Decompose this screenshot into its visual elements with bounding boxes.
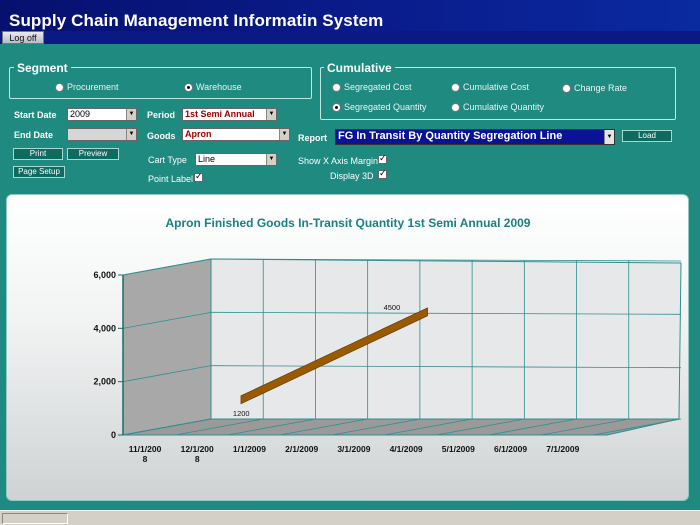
x-tick-label: 3/1/2009 <box>337 444 370 454</box>
y-tick-label: 4,000 <box>93 323 116 333</box>
y-tick-label: 0 <box>111 430 116 440</box>
chevron-down-icon: ▼ <box>126 129 136 140</box>
x-tick-label: 12/1/200 <box>181 444 214 454</box>
goods-select[interactable]: Apron ▼ <box>182 128 290 141</box>
start-date-label: Start Date <box>14 110 57 120</box>
display-3d-checkbox[interactable] <box>378 168 387 179</box>
radio-dot <box>184 82 193 92</box>
report-value: FG In Transit By Quantity Segregation Li… <box>338 130 563 142</box>
chart-svg: Apron Finished Goods In-Transit Quantity… <box>93 216 682 464</box>
radio-segregated-cost[interactable]: Segregated Cost <box>332 82 412 92</box>
radio-dot <box>451 82 460 92</box>
radio-warehouse[interactable]: Warehouse <box>184 82 242 92</box>
radio-label: Cumulative Quantity <box>463 102 545 112</box>
show-x-margin-label: Show X Axis Margin <box>298 156 379 166</box>
radio-label: Segregated Cost <box>344 82 412 92</box>
radio-segregated-quantity[interactable]: Segregated Quantity <box>332 102 427 112</box>
chart-back-wall <box>210 258 682 420</box>
x-tick-label: 11/1/200 <box>129 444 162 454</box>
show-x-margin-checkbox[interactable] <box>378 153 387 164</box>
x-tick-label: 2/1/2009 <box>285 444 318 454</box>
period-label: Period <box>147 110 176 120</box>
radio-dot <box>332 102 341 112</box>
goods-label: Goods <box>147 131 176 141</box>
cart-type-select[interactable]: Line ▼ <box>195 153 277 166</box>
x-tick-label: 7/1/2009 <box>546 444 579 454</box>
chart-floor <box>122 418 680 436</box>
preview-button[interactable]: Preview <box>67 148 119 160</box>
radio-label: Cumulative Cost <box>463 82 530 92</box>
chart-left-wall <box>122 258 212 436</box>
logoff-button[interactable]: Log off <box>2 31 44 44</box>
display-3d-label: Display 3D <box>330 171 374 181</box>
chevron-down-icon: ▼ <box>266 154 276 165</box>
chart-title: Apron Finished Goods In-Transit Quantity… <box>166 216 531 230</box>
radio-cumulative-quantity[interactable]: Cumulative Quantity <box>451 102 544 112</box>
chevron-down-icon: ▼ <box>279 129 289 140</box>
app-title: Supply Chain Management Informatin Syste… <box>9 11 384 30</box>
end-date-label: End Date <box>14 130 54 140</box>
report-label: Report <box>298 133 327 143</box>
cart-type-label: Cart Type <box>148 155 187 165</box>
radio-cumulative-cost[interactable]: Cumulative Cost <box>451 82 529 92</box>
load-button[interactable]: Load <box>622 130 672 142</box>
cumulative-legend: Cumulative <box>324 61 395 75</box>
chevron-down-icon: ▼ <box>126 109 136 120</box>
radio-dot <box>55 82 64 92</box>
y-tick-label: 2,000 <box>93 377 116 387</box>
radio-dot <box>332 82 341 92</box>
chart-panel: Apron Finished Goods In-Transit Quantity… <box>6 194 689 501</box>
period-value: 1st Semi Annual <box>185 109 255 119</box>
radio-change-rate[interactable]: Change Rate <box>562 83 627 93</box>
status-segment <box>2 513 68 524</box>
point-label-label: Point Label <box>148 174 194 184</box>
radio-label: Procurement <box>67 82 119 92</box>
status-bar <box>0 510 700 525</box>
x-tick-label: 1/1/2009 <box>233 444 266 454</box>
chevron-down-icon: ▼ <box>266 109 276 120</box>
cart-type-value: Line <box>198 154 216 164</box>
page-setup-button[interactable]: Page Setup <box>13 166 65 178</box>
period-select[interactable]: 1st Semi Annual ▼ <box>182 108 277 121</box>
radio-label: Change Rate <box>574 83 628 93</box>
x-tick-label: 8 <box>143 454 148 464</box>
x-tick-label: 5/1/2009 <box>442 444 475 454</box>
radio-label: Warehouse <box>196 82 242 92</box>
radio-dot <box>562 83 571 93</box>
x-tick-label: 8 <box>195 454 200 464</box>
start-date-value: 2009 <box>70 109 91 119</box>
point-label: 1200 <box>233 409 250 418</box>
chevron-down-icon: ▼ <box>604 130 614 144</box>
radio-label: Segregated Quantity <box>344 102 427 112</box>
point-label: 4500 <box>384 303 401 312</box>
end-date-select[interactable]: ▼ <box>67 128 137 141</box>
print-button[interactable]: Print <box>13 148 63 160</box>
goods-value: Apron <box>185 129 212 139</box>
radio-procurement[interactable]: Procurement <box>55 82 119 92</box>
y-tick-label: 6,000 <box>93 270 116 280</box>
x-tick-label: 6/1/2009 <box>494 444 527 454</box>
report-select[interactable]: FG In Transit By Quantity Segregation Li… <box>335 129 615 145</box>
radio-dot <box>451 102 460 112</box>
segment-legend: Segment <box>14 61 71 75</box>
x-tick-label: 4/1/2009 <box>390 444 423 454</box>
start-date-select[interactable]: 2009 ▼ <box>67 108 137 121</box>
menu-bar <box>0 31 700 44</box>
point-label-checkbox[interactable] <box>194 171 203 182</box>
